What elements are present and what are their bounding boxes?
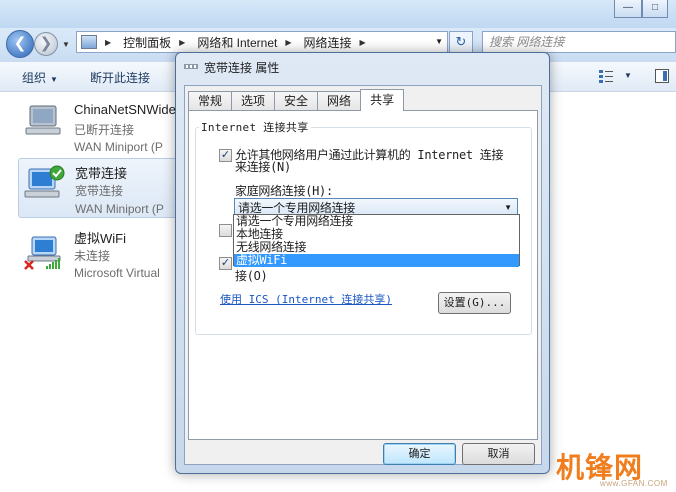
breadcrumb-label: 网络和 Internet [197,35,278,50]
allow-share-label-line2: 来连接(N) [235,160,291,174]
allow-internet-checkbox[interactable]: ✓ [219,257,232,270]
sharing-panel: Internet 连接共享 ✓ 允许其他网络用户通过此计算机的 Internet… [188,110,538,440]
connection-device: Microsoft Virtual [74,266,160,280]
select-value: 请选一个专用网络连接 [238,201,356,215]
organize-label: 组织 [22,71,47,85]
connection-name: ChinaNetSNWide [74,102,176,117]
wifi-computer-icon [24,236,61,270]
maximize-button[interactable]: □ [642,0,668,18]
breadcrumb-network-connections[interactable]: 网络连接 ▶ [304,34,372,51]
preview-pane-icon[interactable] [654,68,670,84]
allow-control-checkbox[interactable] [219,224,232,237]
breadcrumb-network-internet[interactable]: 网络和 Internet ▶ [197,34,297,51]
history-dropdown-icon[interactable]: ▼ [62,40,70,49]
tab-security[interactable]: 安全 [274,91,319,111]
back-button[interactable]: ❮ [6,30,34,58]
tab-sharing[interactable]: 共享 [360,89,405,111]
connection-item-virtual-wifi[interactable]: 虚拟WiFi 未连接 Microsoft Virtual [18,224,178,280]
ics-help-link[interactable]: 使用 ICS (Internet 连接共享) [220,291,392,307]
connection-item-broadband[interactable]: 宽带连接 宽带连接 WAN Miniport (P [18,158,178,218]
connection-device: WAN Miniport (P [75,202,164,216]
chevron-right-icon[interactable]: ▶ [179,38,185,47]
connection-status: 宽带连接 [75,184,124,198]
watermark-site: www.GFAN.COM [600,479,668,488]
dropdown-option-highlighted[interactable]: 虚拟WiFi [234,254,519,267]
tab-general[interactable]: 常规 [188,91,233,111]
ok-button[interactable]: 确定 [383,443,456,465]
tab-network[interactable]: 网络 [317,91,362,111]
home-network-label: 家庭网络连接(H): [235,184,333,198]
breadcrumb-control-panel[interactable]: 控制面板 ▶ [123,34,191,51]
change-view-icon[interactable] [598,68,614,84]
network-computer-icon [24,165,65,198]
breadcrumb-sep-icon[interactable]: ▶ [105,38,117,47]
search-input[interactable]: 搜索 网络连接 [482,31,676,53]
cancel-button[interactable]: 取消 [462,443,535,465]
allow-control-label-tail: 接(O) [235,269,268,283]
view-dropdown-icon[interactable]: ▼ [624,71,632,80]
allow-share-checkbox[interactable]: ✓ [219,149,232,162]
chevron-right-icon[interactable]: ▶ [360,38,366,47]
connection-status: 未连接 [74,249,111,263]
address-dropdown-icon[interactable]: ▼ [435,37,443,46]
chevron-right-icon[interactable]: ▶ [285,38,291,47]
tab-options[interactable]: 选项 [231,91,276,111]
forward-button[interactable]: ❯ [34,32,58,56]
home-network-dropdown-list: 请选一个专用网络连接 本地连接 无线网络连接 虚拟WiFi [233,214,520,267]
address-field[interactable]: ▶ 控制面板 ▶ 网络和 Internet ▶ 网络连接 ▶ ▼ [76,31,448,53]
connection-device: WAN Miniport (P [74,140,163,154]
tab-strip: 常规 选项 安全 网络 共享 [188,89,405,111]
organize-menu[interactable]: 组织 ▼ [22,69,58,86]
network-connection-icon [184,64,198,69]
breadcrumb-label: 网络连接 [303,35,352,50]
group-label: Internet 连接共享 [199,119,311,135]
connection-name: 宽带连接 [75,166,128,181]
minimize-button[interactable]: — [614,0,642,18]
breadcrumb-label: 控制面板 [123,35,172,50]
dialog-title: 宽带连接 属性 [204,61,280,75]
window-titlebar: — □ [0,0,676,28]
disconnect-button[interactable]: 断开此连接 [90,69,150,86]
refresh-button[interactable]: ↻ [449,31,473,53]
connection-name: 虚拟WiFi [74,231,126,246]
connection-item-chinanet[interactable]: ChinaNetSNWide 已断开连接 WAN Miniport (P [18,98,178,154]
settings-button[interactable]: 设置(G)... [438,292,511,314]
chevron-down-icon: ▼ [50,75,58,84]
network-computer-icon [25,105,61,135]
control-panel-icon [81,35,97,49]
connection-status: 已断开连接 [74,123,135,137]
